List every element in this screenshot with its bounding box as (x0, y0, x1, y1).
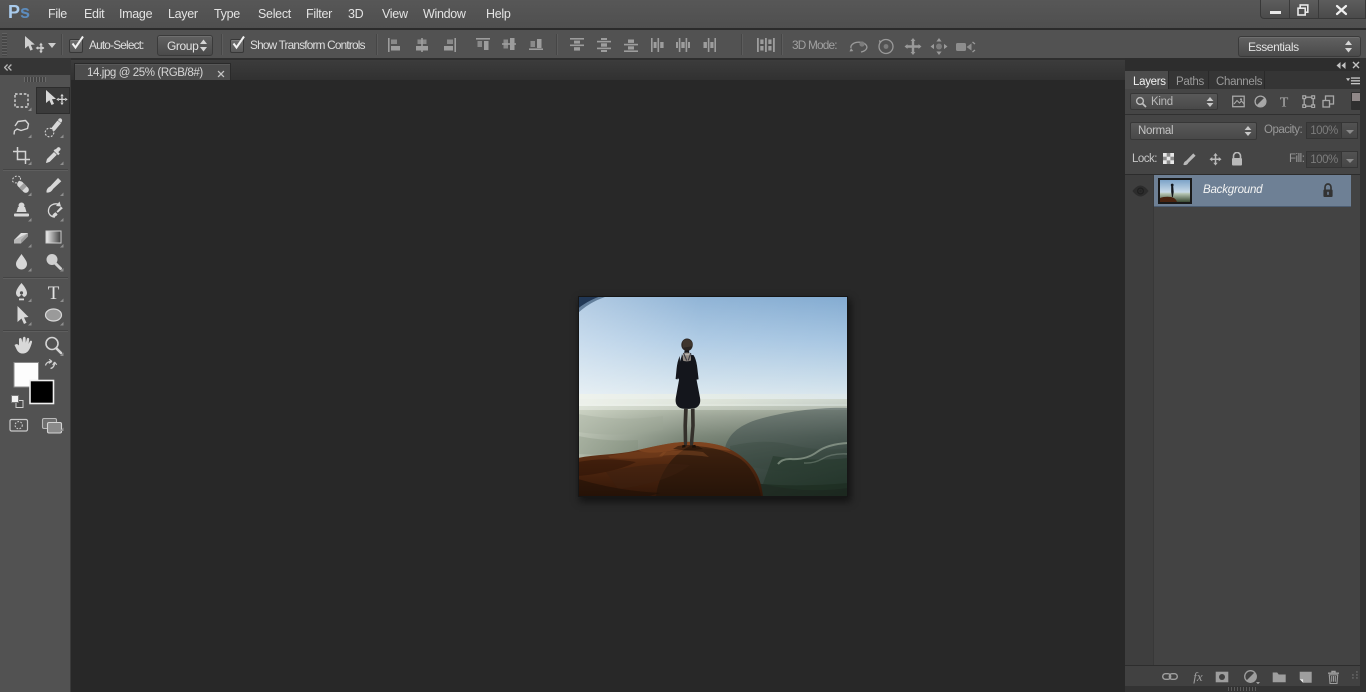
svg-text:T: T (1280, 96, 1289, 109)
svg-text:T: T (48, 283, 60, 304)
svg-text:fx: fx (1193, 670, 1203, 684)
